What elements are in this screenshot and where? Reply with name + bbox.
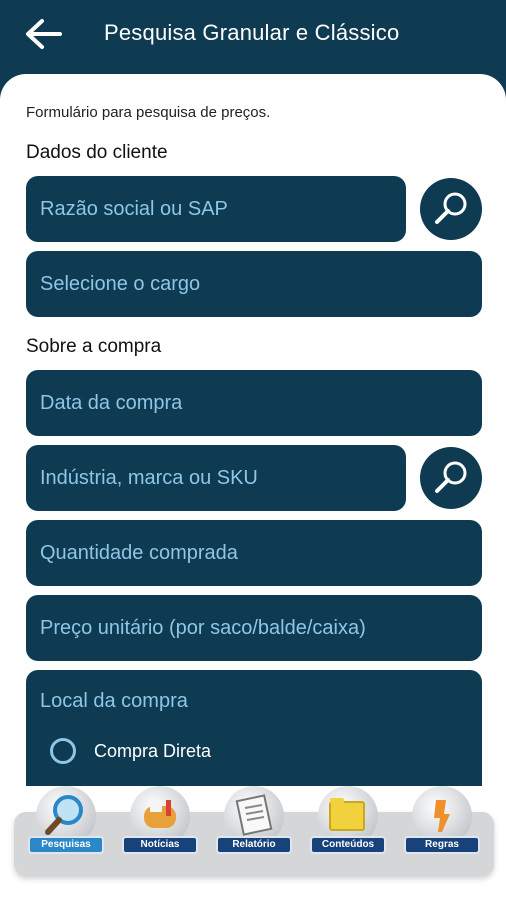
radio-label: Compra Direta [94, 740, 212, 761]
section-client-title: Dados do cliente [26, 142, 168, 163]
industry-search-button[interactable] [420, 447, 482, 509]
section-purchase-title: Sobre a compra [26, 336, 162, 357]
search-icon [435, 461, 467, 493]
nav-label: Relatório [216, 836, 292, 854]
nav-pesquisas[interactable]: Pesquisas [28, 786, 104, 860]
nav-conteudos[interactable]: Conteúdos [310, 786, 386, 860]
nav-label: Notícias [122, 836, 198, 854]
local-compra-group: Local da compra Compra Direta [26, 670, 482, 786]
search-icon [435, 192, 467, 224]
bottom-nav: Pesquisas Notícias Relatório Conteúdos R… [14, 786, 494, 876]
nav-noticias[interactable]: Notícias [122, 786, 198, 860]
preco-field[interactable]: Preço unitário (por saco/balde/caixa) [26, 595, 482, 661]
page-title: Pesquisa Granular e Clássico [104, 20, 400, 45]
local-compra-label: Local da compra [40, 690, 188, 712]
razao-social-field[interactable]: Razão social ou SAP [26, 176, 406, 242]
industria-field[interactable]: Indústria, marca ou SKU [26, 445, 406, 511]
form-card: Formulário para pesquisa de preços. Dado… [0, 74, 506, 786]
nav-regras[interactable]: Regras [404, 786, 480, 860]
nav-label: Pesquisas [28, 836, 104, 854]
nav-label: Conteúdos [310, 836, 386, 854]
radio-compra-direta[interactable]: Compra Direta [50, 738, 211, 764]
arrow-left-icon [26, 19, 62, 49]
back-button[interactable] [22, 14, 66, 54]
client-search-button[interactable] [420, 178, 482, 240]
cargo-select[interactable]: Selecione o cargo [26, 251, 482, 317]
quantidade-field[interactable]: Quantidade comprada [26, 520, 482, 586]
bottom-area: Pesquisas Notícias Relatório Conteúdos R… [0, 786, 506, 900]
nav-relatorio[interactable]: Relatório [216, 786, 292, 860]
nav-label: Regras [404, 836, 480, 854]
radio-circle-icon [50, 738, 76, 764]
data-compra-field[interactable]: Data da compra [26, 370, 482, 436]
form-intro: Formulário para pesquisa de preços. [26, 104, 271, 121]
